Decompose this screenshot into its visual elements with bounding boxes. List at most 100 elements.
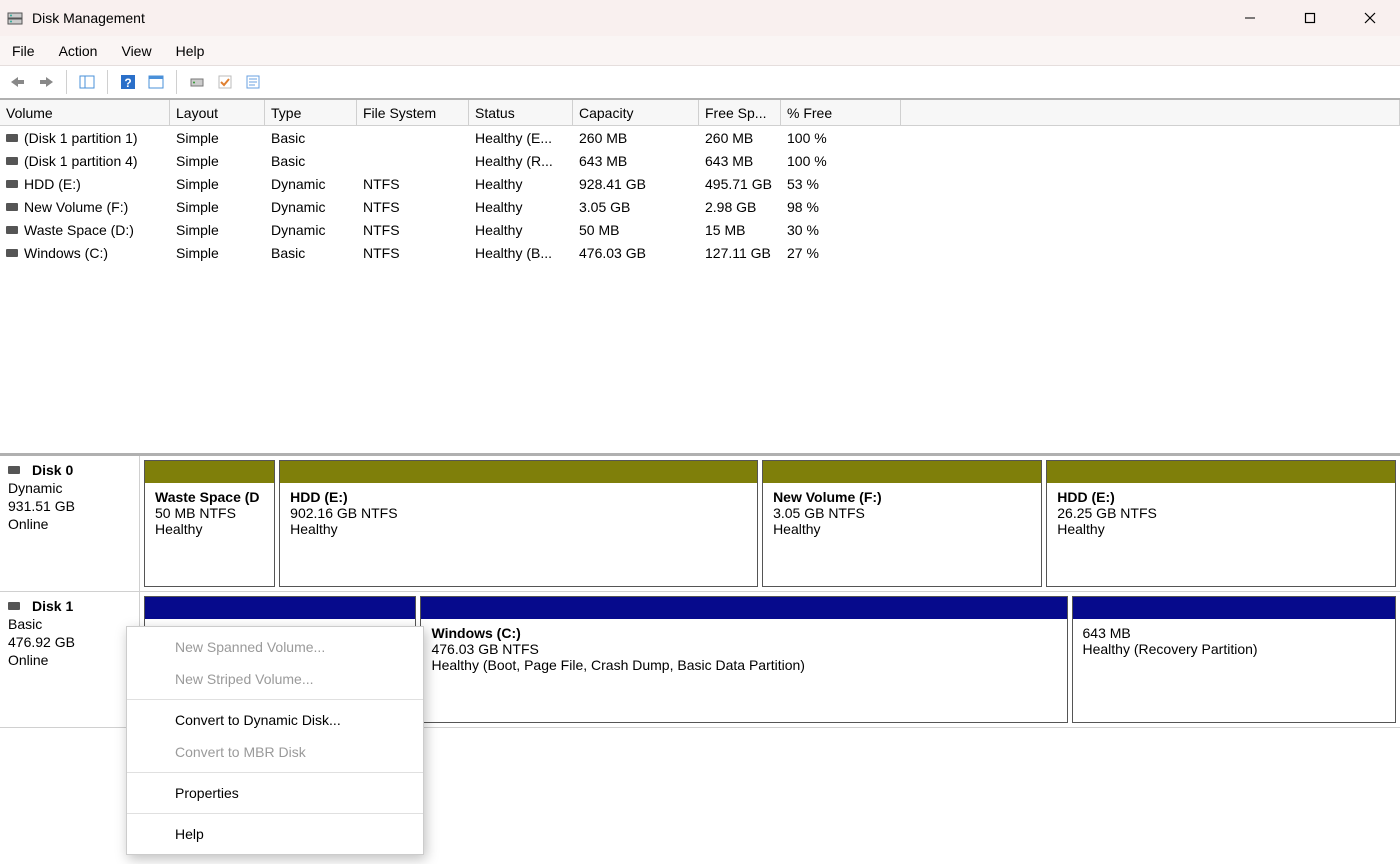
volume-list[interactable]: (Disk 1 partition 1)SimpleBasicHealthy (… bbox=[0, 126, 1400, 456]
volume-capacity: 3.05 GB bbox=[573, 195, 699, 218]
partition-status: Healthy bbox=[155, 521, 264, 537]
volume-status: Healthy (R... bbox=[469, 149, 573, 172]
volume-free: 2.98 GB bbox=[699, 195, 781, 218]
volume-capacity: 260 MB bbox=[573, 126, 699, 149]
volume-pfree: 100 % bbox=[781, 126, 901, 149]
context-menu-convert-dynamic[interactable]: Convert to Dynamic Disk... bbox=[127, 704, 423, 736]
disk-name: Disk 0 bbox=[32, 462, 73, 478]
disk-status: Online bbox=[8, 516, 131, 532]
volume-row[interactable]: HDD (E:)SimpleDynamicNTFSHealthy928.41 G… bbox=[0, 172, 1400, 195]
partition-status: Healthy bbox=[1057, 521, 1385, 537]
menu-view[interactable]: View bbox=[121, 43, 151, 59]
volume-fs: NTFS bbox=[357, 241, 469, 264]
volume-icon bbox=[6, 226, 18, 234]
col-header-volume[interactable]: Volume bbox=[0, 100, 170, 125]
partition[interactable]: HDD (E:)26.25 GB NTFSHealthy bbox=[1046, 460, 1396, 587]
volume-status: Healthy bbox=[469, 172, 573, 195]
partition[interactable]: HDD (E:)902.16 GB NTFSHealthy bbox=[279, 460, 758, 587]
action-list-button[interactable] bbox=[144, 70, 168, 94]
volume-row[interactable]: Waste Space (D:)SimpleDynamicNTFSHealthy… bbox=[0, 218, 1400, 241]
partition-status: Healthy bbox=[773, 521, 1031, 537]
volume-layout: Simple bbox=[170, 218, 265, 241]
col-header-capacity[interactable]: Capacity bbox=[573, 100, 699, 125]
volume-row[interactable]: Windows (C:)SimpleBasicNTFSHealthy (B...… bbox=[0, 241, 1400, 264]
volume-pfree: 98 % bbox=[781, 195, 901, 218]
volume-pfree: 100 % bbox=[781, 149, 901, 172]
minimize-button[interactable] bbox=[1220, 0, 1280, 36]
volume-pfree: 27 % bbox=[781, 241, 901, 264]
volume-row[interactable]: New Volume (F:)SimpleDynamicNTFSHealthy3… bbox=[0, 195, 1400, 218]
partition-name: Waste Space (D bbox=[155, 489, 264, 505]
col-header-pfree[interactable]: % Free bbox=[781, 100, 901, 125]
partition-status: Healthy (Boot, Page File, Crash Dump, Ba… bbox=[431, 657, 1056, 673]
partition-header bbox=[763, 461, 1041, 483]
volume-type: Dynamic bbox=[265, 218, 357, 241]
partition-header bbox=[421, 597, 1066, 619]
disk-label[interactable]: Disk 1Basic476.92 GBOnline bbox=[0, 592, 140, 727]
close-button[interactable] bbox=[1340, 0, 1400, 36]
partition[interactable]: Windows (C:)476.03 GB NTFSHealthy (Boot,… bbox=[420, 596, 1067, 723]
volume-status: Healthy bbox=[469, 218, 573, 241]
volume-name: New Volume (F:) bbox=[24, 199, 128, 215]
partition[interactable]: Waste Space (D50 MB NTFSHealthy bbox=[144, 460, 275, 587]
partition-name: HDD (E:) bbox=[1057, 489, 1385, 505]
context-menu-separator bbox=[127, 772, 423, 773]
volume-fs: NTFS bbox=[357, 172, 469, 195]
context-menu-separator bbox=[127, 699, 423, 700]
window-title: Disk Management bbox=[32, 10, 145, 26]
col-header-type[interactable]: Type bbox=[265, 100, 357, 125]
volume-layout: Simple bbox=[170, 149, 265, 172]
partition-size: 26.25 GB NTFS bbox=[1057, 505, 1385, 521]
volume-row[interactable]: (Disk 1 partition 4)SimpleBasicHealthy (… bbox=[0, 149, 1400, 172]
refresh-button[interactable] bbox=[185, 70, 209, 94]
settings-button[interactable] bbox=[213, 70, 237, 94]
volume-layout: Simple bbox=[170, 172, 265, 195]
disk-label[interactable]: Disk 0Dynamic931.51 GBOnline bbox=[0, 456, 140, 591]
context-menu: New Spanned Volume... New Striped Volume… bbox=[126, 626, 424, 855]
partition[interactable]: 643 MBHealthy (Recovery Partition) bbox=[1072, 596, 1397, 723]
volume-row[interactable]: (Disk 1 partition 1)SimpleBasicHealthy (… bbox=[0, 126, 1400, 149]
context-menu-properties[interactable]: Properties bbox=[127, 777, 423, 809]
volume-capacity: 928.41 GB bbox=[573, 172, 699, 195]
volume-icon bbox=[6, 157, 18, 165]
disk-status: Online bbox=[8, 652, 131, 668]
maximize-button[interactable] bbox=[1280, 0, 1340, 36]
volume-fs: NTFS bbox=[357, 195, 469, 218]
col-header-free[interactable]: Free Sp... bbox=[699, 100, 781, 125]
forward-button[interactable] bbox=[34, 70, 58, 94]
col-header-fs[interactable]: File System bbox=[357, 100, 469, 125]
partition-size: 50 MB NTFS bbox=[155, 505, 264, 521]
partition-header bbox=[1047, 461, 1395, 483]
disk-name: Disk 1 bbox=[32, 598, 73, 614]
volume-icon bbox=[6, 134, 18, 142]
context-menu-help[interactable]: Help bbox=[127, 818, 423, 850]
col-header-layout[interactable]: Layout bbox=[170, 100, 265, 125]
menu-action[interactable]: Action bbox=[59, 43, 98, 59]
volume-layout: Simple bbox=[170, 195, 265, 218]
volume-free: 495.71 GB bbox=[699, 172, 781, 195]
volume-layout: Simple bbox=[170, 241, 265, 264]
context-menu-convert-mbr: Convert to MBR Disk bbox=[127, 736, 423, 768]
help-button[interactable]: ? bbox=[116, 70, 140, 94]
showhide-console-button[interactable] bbox=[75, 70, 99, 94]
properties-button[interactable] bbox=[241, 70, 265, 94]
partition-status: Healthy (Recovery Partition) bbox=[1083, 641, 1386, 657]
menu-help[interactable]: Help bbox=[176, 43, 205, 59]
col-header-status[interactable]: Status bbox=[469, 100, 573, 125]
disk-type: Basic bbox=[8, 616, 131, 632]
volume-free: 15 MB bbox=[699, 218, 781, 241]
menu-file[interactable]: File bbox=[12, 43, 35, 59]
partition-status: Healthy bbox=[290, 521, 747, 537]
volume-name: (Disk 1 partition 4) bbox=[24, 153, 138, 169]
partition-size: 476.03 GB NTFS bbox=[431, 641, 1056, 657]
menu-bar: File Action View Help bbox=[0, 36, 1400, 66]
back-button[interactable] bbox=[6, 70, 30, 94]
context-menu-separator bbox=[127, 813, 423, 814]
partition[interactable]: New Volume (F:)3.05 GB NTFSHealthy bbox=[762, 460, 1042, 587]
partition-header bbox=[145, 597, 415, 619]
volume-name: Waste Space (D:) bbox=[24, 222, 134, 238]
app-icon bbox=[6, 9, 24, 27]
toolbar: ? bbox=[0, 66, 1400, 100]
volume-list-header: Volume Layout Type File System Status Ca… bbox=[0, 100, 1400, 126]
partition-size: 902.16 GB NTFS bbox=[290, 505, 747, 521]
